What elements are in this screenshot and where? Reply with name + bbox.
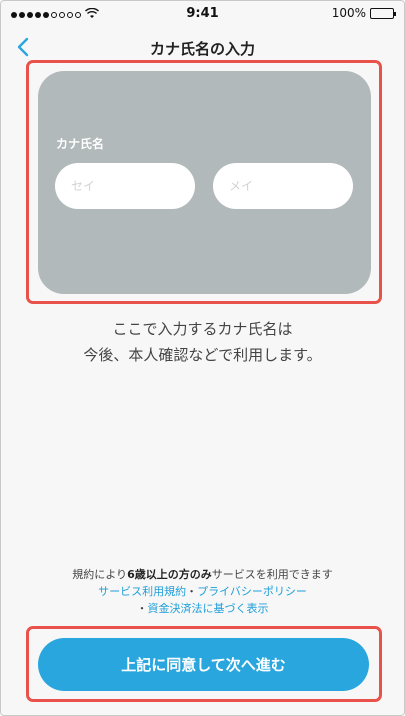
sei-input[interactable] (55, 163, 195, 209)
battery-icon (370, 7, 396, 19)
kana-name-label: カナ氏名 (56, 137, 105, 151)
age-notice-prefix: 規約により (72, 568, 128, 581)
battery-percent: 100% (331, 6, 366, 20)
description-line-2: 今後、本人確認などで利用します。 (83, 346, 322, 364)
agree-next-button[interactable]: 上記に同意して次へ進む (38, 638, 369, 691)
payment-act-link[interactable]: 資金決済法に基づく表示 (148, 602, 269, 615)
kana-name-card: カナ氏名 (38, 71, 371, 294)
links-row-2: ・資金決済法に基づく表示 (1, 600, 404, 617)
page-title: カナ氏名の入力 (149, 40, 255, 58)
separator: ・ (186, 585, 198, 598)
separator: ・ (136, 602, 148, 615)
mei-input[interactable] (213, 163, 353, 209)
age-notice: 規約により6歳以上の方のみサービスを利用できます (1, 566, 404, 583)
age-notice-bold: 6歳以上の方のみ (127, 568, 212, 581)
battery-status: 100% (331, 6, 396, 20)
status-bar: 9:41 100% (1, 1, 404, 27)
age-notice-suffix: サービスを利用できます (211, 568, 333, 581)
terms-link[interactable]: サービス利用規約 (98, 585, 186, 598)
phone-screen: 9:41 100% カナ氏名の入力 カナ氏名 ここで入力するカナ氏名は 今後、本… (0, 0, 405, 716)
description-line-1: ここで入力するカナ氏名は (112, 320, 293, 338)
description-text: ここで入力するカナ氏名は 今後、本人確認などで利用します。 (1, 316, 404, 368)
links-row-1: サービス利用規約・プライバシーポリシー (1, 583, 404, 600)
terms-notes: 規約により6歳以上の方のみサービスを利用できます サービス利用規約・プライバシー… (1, 566, 404, 617)
privacy-policy-link[interactable]: プライバシーポリシー (197, 585, 307, 598)
